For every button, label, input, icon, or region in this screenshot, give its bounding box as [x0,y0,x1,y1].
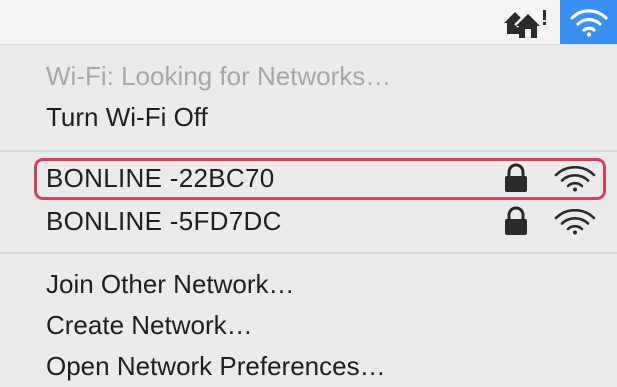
menu-bar [0,0,617,45]
menu-separator [0,150,617,152]
network-item-5fd7dc[interactable]: BONLINE -5FD7DC [0,203,617,241]
network-highlight-box [34,158,606,200]
network-name: BONLINE -5FD7DC [46,206,282,236]
menu-separator [0,252,617,254]
wifi-status-label: Wi-Fi: Looking for Networks… [46,61,392,91]
open-network-preferences-item[interactable]: Open Network Preferences… [46,350,386,382]
home-network-alert-icon[interactable] [502,6,550,40]
wifi-menu-icon[interactable] [560,0,617,44]
create-network-item[interactable]: Create Network… [46,309,253,341]
join-other-network-item[interactable]: Join Other Network… [46,268,295,300]
lock-icon [503,206,529,236]
turn-wifi-off-item[interactable]: Turn Wi-Fi Off [46,101,208,133]
wifi-signal-icon [553,208,597,235]
